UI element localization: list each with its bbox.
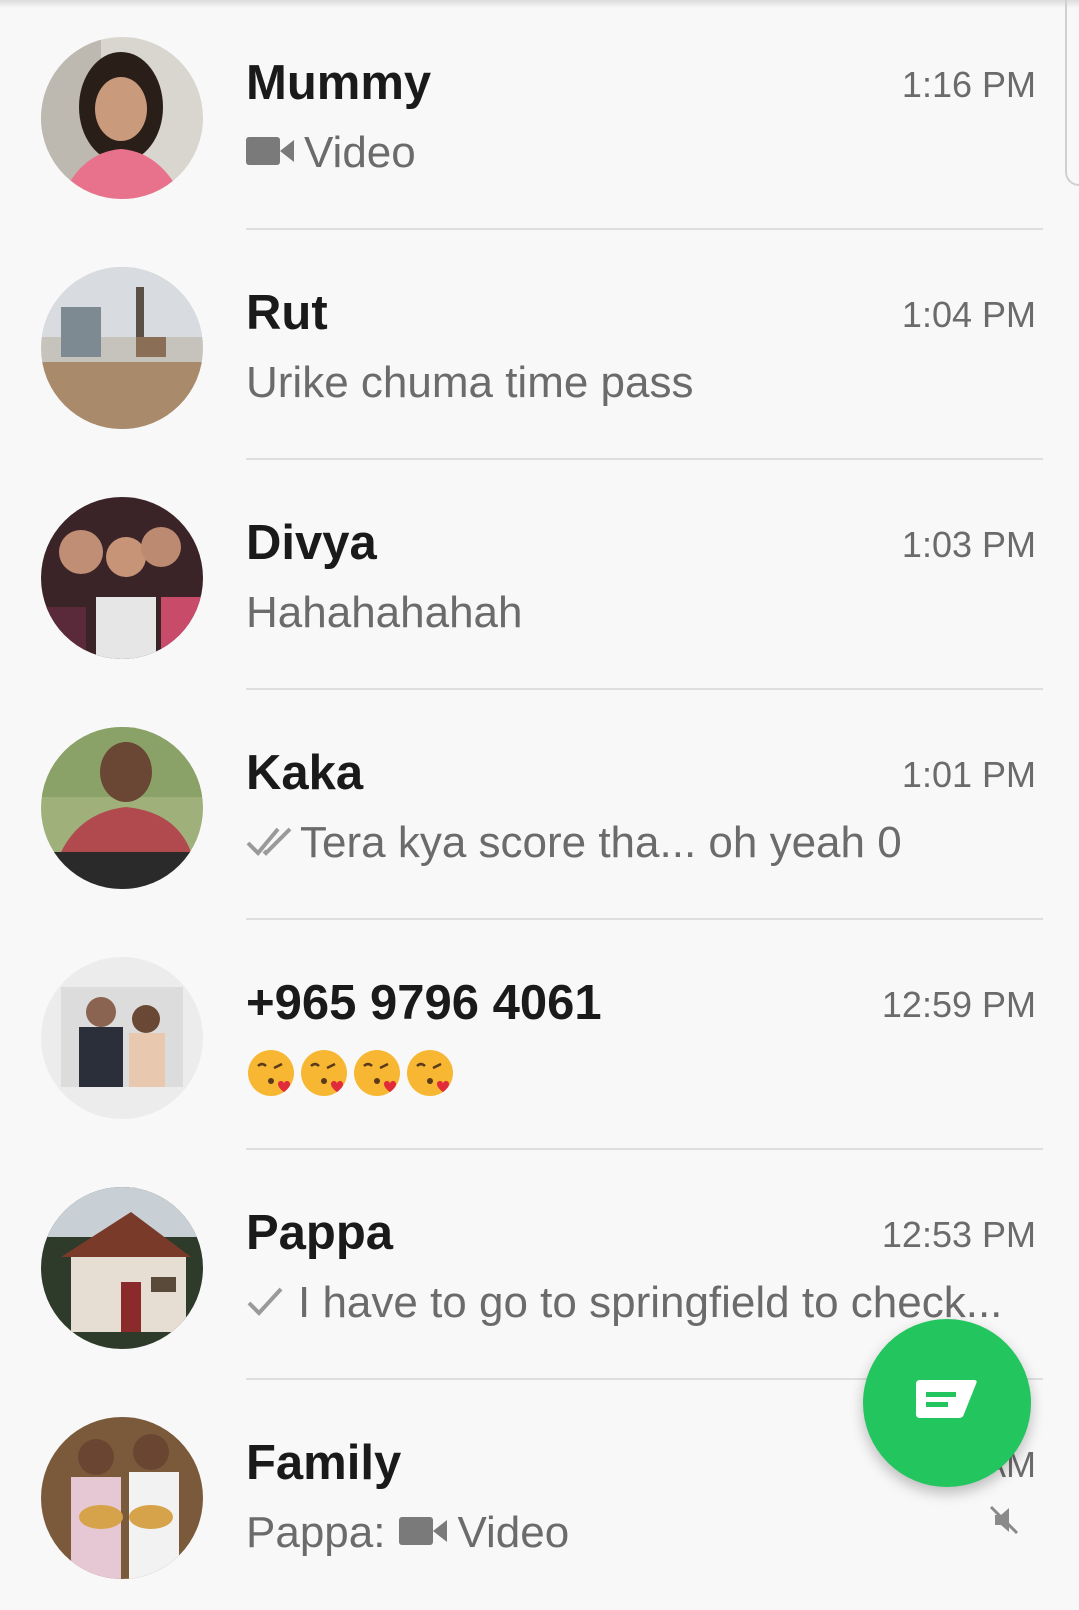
chat-preview: Video — [246, 128, 416, 178]
chat-time: 1:03 PM — [901, 524, 1036, 565]
chat-time: 12:59 PM — [881, 984, 1036, 1025]
kissing-face-icon — [299, 1048, 349, 1098]
chat-name: Family — [246, 1436, 402, 1490]
new-message-icon — [914, 1378, 980, 1429]
video-camera-icon — [399, 1508, 448, 1558]
preview-text: Video — [304, 128, 416, 177]
new-chat-button[interactable] — [863, 1319, 1031, 1487]
chat-row-rut[interactable]: Rut 1:04 PM Urike chuma time pass — [0, 230, 1079, 460]
avatar[interactable] — [41, 37, 203, 199]
avatar[interactable] — [41, 267, 203, 429]
chat-time: 12:53 PM — [881, 1214, 1036, 1255]
chat-name: Rut — [246, 286, 328, 340]
chat-time: 1:16 PM — [901, 64, 1036, 105]
chat-preview: Pappa: Video — [246, 1508, 569, 1558]
preview-text: I have to go to springfield to check... — [298, 1278, 1003, 1327]
chat-preview: I have to go to springfield to check... — [246, 1278, 1002, 1328]
preview-text: Hahahahahah — [246, 588, 523, 637]
preview-text: Urike chuma time pass — [246, 358, 694, 407]
chat-preview: Tera kya score tha... oh yeah 0 — [246, 818, 902, 868]
chat-row-965-9796-4061[interactable]: +965 9796 4061 12:59 PM 😘😘😘😘 — [0, 920, 1079, 1150]
chat-name: Kaka — [246, 746, 364, 800]
chat-name: Mummy — [246, 56, 432, 110]
kissing-face-icon — [246, 1048, 296, 1098]
single-check-icon — [246, 1278, 284, 1328]
chat-row-mummy[interactable]: Mummy 1:16 PM Video — [0, 0, 1079, 230]
avatar[interactable] — [41, 957, 203, 1119]
preview-sender: Pappa: — [246, 1508, 386, 1557]
chat-time: 1:01 PM — [901, 754, 1036, 795]
avatar[interactable] — [41, 727, 203, 889]
preview-text: Video — [457, 1508, 570, 1557]
chat-preview: 😘😘😘😘 — [246, 1048, 458, 1098]
chat-name: Pappa — [246, 1206, 394, 1260]
avatar[interactable] — [41, 497, 203, 659]
video-camera-icon — [246, 128, 294, 178]
chat-time: 1:04 PM — [901, 294, 1036, 335]
kissing-face-icon — [405, 1048, 455, 1098]
preview-text: Tera kya score tha... oh yeah 0 — [300, 818, 902, 867]
chat-name: Divya — [246, 516, 377, 570]
chat-preview: Urike chuma time pass — [246, 358, 693, 408]
chat-row-kaka[interactable]: Kaka 1:01 PM Tera kya score tha... oh ye… — [0, 690, 1079, 920]
chat-preview: Hahahahahah — [246, 588, 522, 638]
avatar[interactable] — [41, 1187, 203, 1349]
avatar[interactable] — [41, 1417, 203, 1579]
chat-row-divya[interactable]: Divya 1:03 PM Hahahahahah — [0, 460, 1079, 690]
double-check-icon — [246, 818, 296, 868]
kissing-face-icon — [352, 1048, 402, 1098]
chat-name: +965 9796 4061 — [246, 976, 602, 1030]
